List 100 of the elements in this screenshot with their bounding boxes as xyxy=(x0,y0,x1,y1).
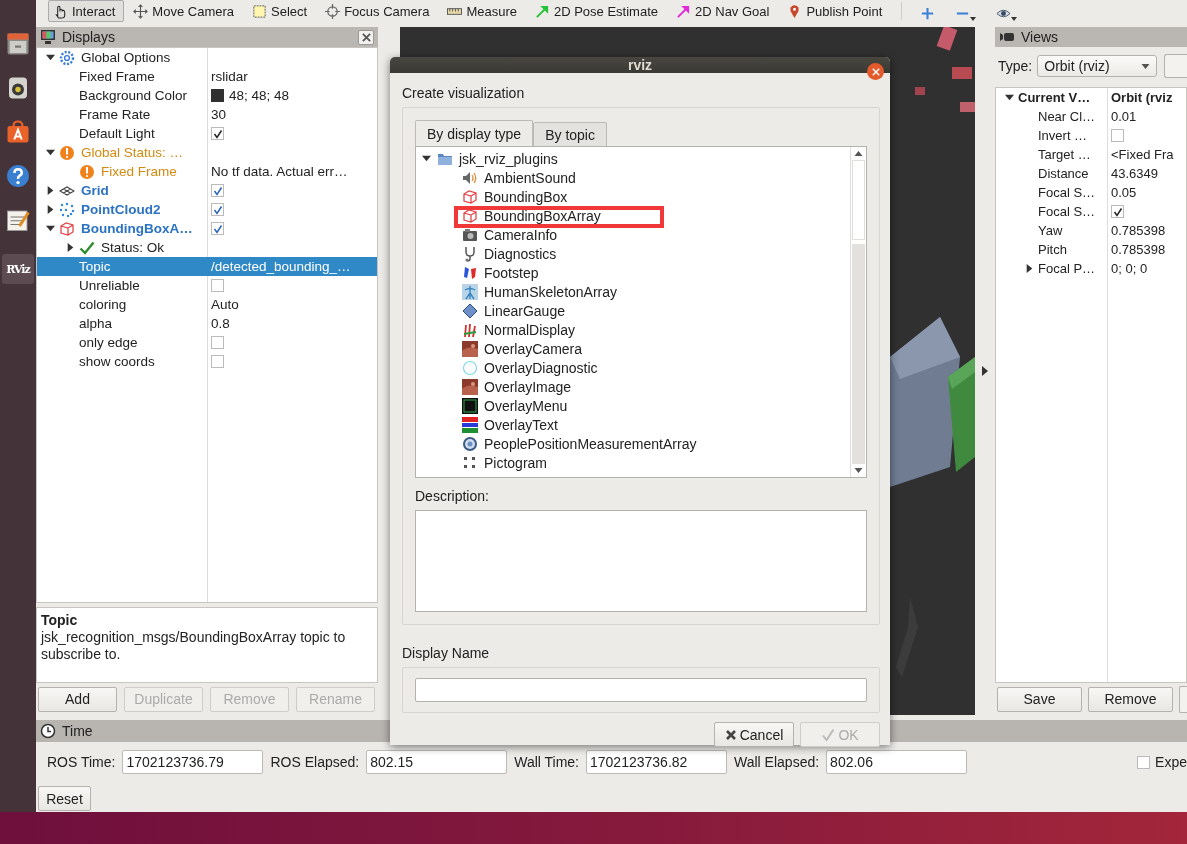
view-type-dropdown[interactable]: Orbit (rviz) xyxy=(1037,55,1158,77)
panel-button[interactable]: Save xyxy=(997,686,1082,712)
expand-arrow-icon[interactable] xyxy=(65,243,75,252)
property-value: No tf data. Actual err… xyxy=(211,164,348,179)
list-item[interactable]: Pictogram xyxy=(416,453,850,472)
tree-row[interactable]: Focal P… 0; 0; 0 xyxy=(996,259,1186,278)
time-field[interactable]: 1702123736.79 xyxy=(122,750,264,774)
scroll-down-icon[interactable] xyxy=(854,468,863,473)
list-item[interactable]: HumanSkeletonArray xyxy=(416,282,850,301)
expand-arrow-icon[interactable] xyxy=(45,205,55,214)
tree-row[interactable]: Global Options xyxy=(37,48,377,67)
speaker-icon[interactable] xyxy=(6,76,30,100)
tab[interactable]: By topic xyxy=(533,122,607,146)
checkbox[interactable] xyxy=(211,222,224,235)
tree-row[interactable]: Status: Ok xyxy=(37,238,377,257)
scrollbar[interactable] xyxy=(850,147,866,477)
checkbox[interactable] xyxy=(211,184,224,197)
tree-row[interactable]: Distance 43.6349 xyxy=(996,164,1186,183)
list-item[interactable]: BoundingBoxArray xyxy=(416,206,850,225)
checkbox[interactable] xyxy=(211,355,224,368)
list-item[interactable]: jsk_rviz_plugins xyxy=(416,149,850,168)
collapse-arrow-icon[interactable] xyxy=(45,224,55,233)
tool-button[interactable]: Focus Camera xyxy=(320,0,439,22)
tree-row[interactable]: PointCloud2 xyxy=(37,200,377,219)
tool-button[interactable]: 2D Nav Goal xyxy=(671,0,779,22)
tool-button[interactable]: Select xyxy=(247,0,317,22)
tree-row[interactable]: coloring Auto xyxy=(37,295,377,314)
tree-row[interactable]: Fixed Frame No tf data. Actual err… xyxy=(37,162,377,181)
collapse-arrow-icon[interactable] xyxy=(45,148,55,157)
list-item[interactable]: AmbientSound xyxy=(416,168,850,187)
tree-row[interactable]: BoundingBoxA… xyxy=(37,219,377,238)
time-field[interactable]: 802.15 xyxy=(366,750,508,774)
panel-button[interactable]: Remove xyxy=(1088,686,1173,712)
scroll-up-icon[interactable] xyxy=(854,151,863,156)
tree-row[interactable]: Target … <Fixed Fra xyxy=(996,145,1186,164)
tree-row[interactable]: Current V… Orbit (rviz xyxy=(996,88,1186,107)
expand-arrow-icon[interactable] xyxy=(1024,264,1034,273)
close-button[interactable] xyxy=(867,63,884,80)
checkbox[interactable] xyxy=(211,279,224,292)
collapse-arrow-icon[interactable] xyxy=(1004,93,1014,102)
collapse-arrow-icon[interactable] xyxy=(422,154,431,163)
tree-row[interactable]: Near Cl… 0.01 xyxy=(996,107,1186,126)
panel-button[interactable]: Add xyxy=(38,686,117,712)
checkbox[interactable] xyxy=(1137,755,1151,769)
tree-row[interactable]: Fixed Frame rslidar xyxy=(37,67,377,86)
list-item[interactable]: CameraInfo xyxy=(416,225,850,244)
close-button[interactable] xyxy=(358,29,374,45)
tool-button[interactable]: Move Camera xyxy=(128,0,243,22)
expand-arrow-icon[interactable] xyxy=(45,186,55,195)
tree-row[interactable]: Topic /detected_bounding_… xyxy=(37,257,377,276)
tool-button[interactable]: Measure xyxy=(442,0,526,22)
bag-icon[interactable] xyxy=(6,120,30,144)
list-item[interactable]: OverlayDiagnostic xyxy=(416,358,850,377)
help-icon[interactable] xyxy=(6,164,30,188)
splitter-arrow-icon[interactable] xyxy=(982,366,988,376)
selection-icon xyxy=(252,3,267,19)
list-item[interactable]: OverlayCamera xyxy=(416,339,850,358)
tree-row[interactable]: Focal S… xyxy=(996,202,1186,221)
list-item[interactable]: BoundingBox xyxy=(416,187,850,206)
scrollbar-thumb[interactable] xyxy=(852,160,865,240)
checkbox[interactable] xyxy=(1111,205,1124,218)
tree-row[interactable]: show coords xyxy=(37,352,377,371)
list-item[interactable]: LinearGauge xyxy=(416,301,850,320)
checkbox[interactable] xyxy=(1111,129,1124,142)
tree-row[interactable]: Yaw 0.785398 xyxy=(996,221,1186,240)
time-field[interactable]: 802.06 xyxy=(826,750,968,774)
tree-row[interactable]: Grid xyxy=(37,181,377,200)
list-item[interactable]: OverlayMenu xyxy=(416,396,850,415)
cross-icon xyxy=(724,728,737,741)
checkbox[interactable] xyxy=(211,336,224,349)
field-label: Wall Time: xyxy=(514,754,579,770)
checkbox[interactable] xyxy=(211,203,224,216)
tree-row[interactable]: Background Color 48; 48; 48 xyxy=(37,86,377,105)
list-item[interactable]: PeoplePositionMeasurementArray xyxy=(416,434,850,453)
tree-row[interactable]: only edge xyxy=(37,333,377,352)
tree-row[interactable]: Unreliable xyxy=(37,276,377,295)
collapse-arrow-icon[interactable] xyxy=(45,53,55,62)
launcher-item[interactable]: RViz xyxy=(2,254,34,284)
display-name-field[interactable] xyxy=(415,678,867,702)
tree-row[interactable]: Focal S… 0.05 xyxy=(996,183,1186,202)
list-item[interactable]: OverlayText xyxy=(416,415,850,434)
tree-row[interactable]: Frame Rate 30 xyxy=(37,105,377,124)
tree-row[interactable]: Default Light xyxy=(37,124,377,143)
notepad-icon[interactable] xyxy=(6,208,30,232)
tree-row[interactable]: alpha 0.8 xyxy=(37,314,377,333)
dialog-button[interactable]: Cancel xyxy=(714,722,794,747)
list-item[interactable]: NormalDisplay xyxy=(416,320,850,339)
tree-row[interactable]: Pitch 0.785398 xyxy=(996,240,1186,259)
tab[interactable]: By display type xyxy=(415,120,534,146)
list-item[interactable]: Diagnostics xyxy=(416,244,850,263)
reset-button[interactable]: Reset xyxy=(38,786,91,811)
list-item[interactable]: Footstep xyxy=(416,263,850,282)
tree-row[interactable]: Invert … xyxy=(996,126,1186,145)
time-field[interactable]: 1702123736.82 xyxy=(586,750,727,774)
tool-button[interactable]: 2D Pose Estimate xyxy=(529,0,667,22)
tool-button[interactable]: Interact xyxy=(48,0,125,22)
checkbox[interactable] xyxy=(211,127,224,140)
cabinet-icon[interactable] xyxy=(6,32,30,56)
list-item[interactable]: OverlayImage xyxy=(416,377,850,396)
tool-button[interactable]: Publish Point xyxy=(782,0,892,22)
